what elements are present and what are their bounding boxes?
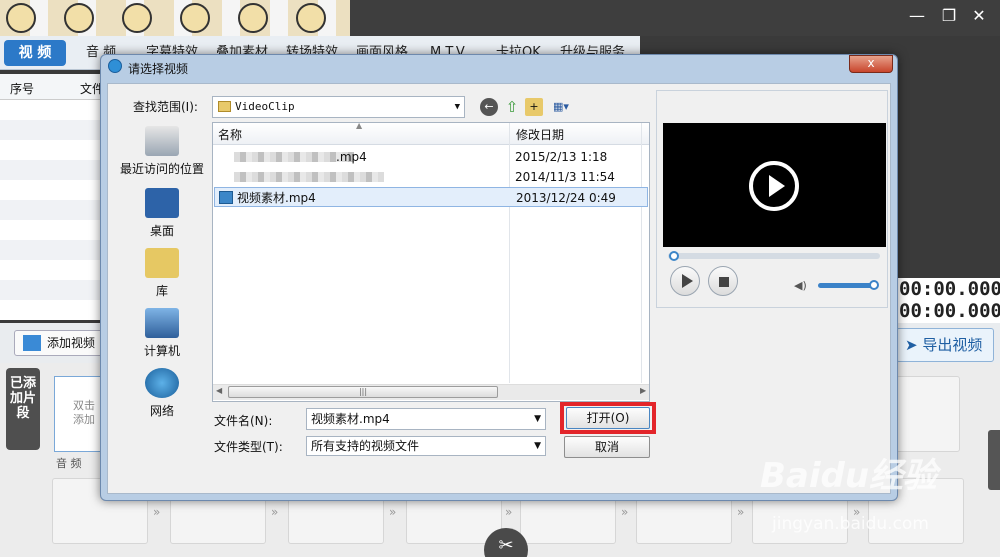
play-button[interactable]: [670, 266, 700, 296]
close-icon[interactable]: ✕: [968, 6, 990, 25]
view-menu-icon[interactable]: ▦▾: [548, 98, 574, 116]
place-libraries[interactable]: 库: [114, 248, 210, 299]
cat-doodle-icon: [296, 3, 326, 33]
folder-icon: [218, 101, 231, 112]
add-video-button[interactable]: 添加视频: [14, 330, 104, 356]
recent-places-icon: [145, 126, 179, 156]
film-icon: [23, 335, 41, 351]
clip-list-header: 序号 文件: [0, 74, 110, 100]
file-list-header: [213, 123, 649, 145]
scroll-left-icon[interactable]: ◀: [216, 386, 222, 395]
computer-icon: [145, 308, 179, 338]
file-name: 视频素材.mp4: [237, 191, 316, 205]
chevron-right-icon: »: [271, 505, 279, 519]
baidu-watermark: Baidu经验: [760, 456, 938, 496]
filename-field[interactable]: 视频素材.mp4 ▼: [306, 408, 546, 430]
col-index: 序号: [10, 82, 35, 96]
new-folder-icon[interactable]: +: [525, 98, 543, 116]
chevron-down-icon: ▼: [454, 102, 460, 112]
place-network-label: 网络: [149, 404, 174, 418]
chevron-right-icon: »: [621, 505, 629, 519]
file-row[interactable]: 2014/11/3 11:54: [214, 167, 648, 187]
redacted-filename: [234, 172, 384, 182]
cancel-button[interactable]: 取消: [564, 436, 650, 458]
place-recent-label: 最近访问的位置: [119, 162, 204, 176]
desktop-icon: [145, 188, 179, 218]
filename-label: 文件名(N):: [214, 414, 273, 428]
back-icon[interactable]: ←: [480, 98, 498, 116]
dialog-app-icon: [108, 59, 122, 73]
place-computer[interactable]: 计算机: [114, 308, 210, 359]
filetype-value: 所有支持的视频文件: [311, 439, 420, 453]
audio-track-label: 音 频: [56, 457, 82, 470]
chevron-right-icon: »: [153, 505, 161, 519]
sort-ascending-icon: ▲: [356, 121, 363, 130]
chevron-right-icon: »: [389, 505, 397, 519]
clip-list[interactable]: [0, 100, 110, 320]
place-network[interactable]: 网络: [114, 368, 210, 419]
libraries-icon: [145, 248, 179, 278]
file-date: 2015/2/13 1:18: [515, 150, 608, 164]
scrollbar-thumb[interactable]: |||: [228, 386, 498, 398]
export-label: 导出视频: [922, 336, 983, 354]
minimize-icon[interactable]: —: [906, 6, 928, 25]
volume-icon[interactable]: ◀): [794, 279, 808, 292]
stop-button[interactable]: [708, 266, 738, 296]
filetype-label: 文件类型(T):: [214, 440, 283, 454]
network-icon: [145, 368, 179, 398]
add-video-label: 添加视频: [47, 336, 96, 350]
clip-slot[interactable]: [896, 376, 960, 452]
file-row-selected[interactable]: 视频素材.mp4 2013/12/24 0:49: [214, 187, 648, 207]
added-clips-label: 已添加片段: [6, 368, 40, 450]
dialog-title: 请选择视频: [128, 62, 189, 76]
file-date: 2014/11/3 11:54: [515, 170, 615, 184]
place-computer-label: 计算机: [143, 344, 180, 358]
open-button[interactable]: 打开(O): [566, 407, 650, 429]
play-overlay-icon[interactable]: [749, 161, 799, 211]
tab-video[interactable]: 视 频: [4, 40, 66, 66]
col-date-header[interactable]: 修改日期: [516, 126, 564, 143]
seek-handle[interactable]: [669, 251, 679, 261]
cat-doodle-icon: [6, 3, 36, 33]
file-name: .mp4: [336, 150, 367, 164]
timecode-total: 00:00.000: [899, 300, 1000, 322]
timecode-display: 00:00.000 00:00.000: [895, 278, 1000, 324]
filetype-dropdown[interactable]: 所有支持的视频文件 ▼: [306, 436, 546, 456]
lookin-label: 查找范围(I):: [133, 100, 198, 114]
cat-doodle-icon: [238, 3, 268, 33]
col-name-header[interactable]: 名称: [218, 126, 242, 143]
cat-doodle-icon: [64, 3, 94, 33]
chevron-right-icon: »: [737, 505, 745, 519]
lookin-dropdown[interactable]: VideoClip ▼: [212, 96, 465, 118]
dialog-close-button[interactable]: x: [849, 55, 893, 73]
volume-handle[interactable]: [869, 280, 879, 290]
seek-bar[interactable]: [668, 253, 880, 259]
place-desktop[interactable]: 桌面: [114, 188, 210, 239]
export-arrow-icon: ➤: [905, 336, 923, 354]
up-folder-icon[interactable]: ⇧: [503, 98, 521, 116]
scroll-right-icon[interactable]: ▶: [640, 386, 646, 395]
cat-doodle-icon: [122, 3, 152, 33]
watermark-url: jingyan.baidu.com: [772, 514, 929, 534]
restore-icon[interactable]: ❐: [938, 6, 960, 25]
add-clip-slot[interactable]: 双击添加: [54, 376, 104, 452]
chevron-right-icon: »: [505, 505, 513, 519]
filename-value: 视频素材.mp4: [311, 412, 390, 426]
lookin-value: VideoClip: [235, 100, 295, 113]
chevron-down-icon: ▼: [534, 441, 541, 451]
place-desktop-label: 桌面: [149, 224, 174, 238]
cat-doodle-icon: [180, 3, 210, 33]
place-libraries-label: 库: [155, 284, 168, 298]
export-video-button[interactable]: ➤ 导出视频: [896, 328, 994, 362]
place-recent[interactable]: 最近访问的位置: [114, 126, 210, 177]
chevron-down-icon: ▼: [534, 414, 541, 424]
file-row[interactable]: .mp4 2015/2/13 1:18: [214, 147, 648, 167]
video-file-icon: [219, 191, 233, 204]
file-date: 2013/12/24 0:49: [516, 191, 616, 205]
timecode-current: 00:00.000: [899, 278, 1000, 300]
